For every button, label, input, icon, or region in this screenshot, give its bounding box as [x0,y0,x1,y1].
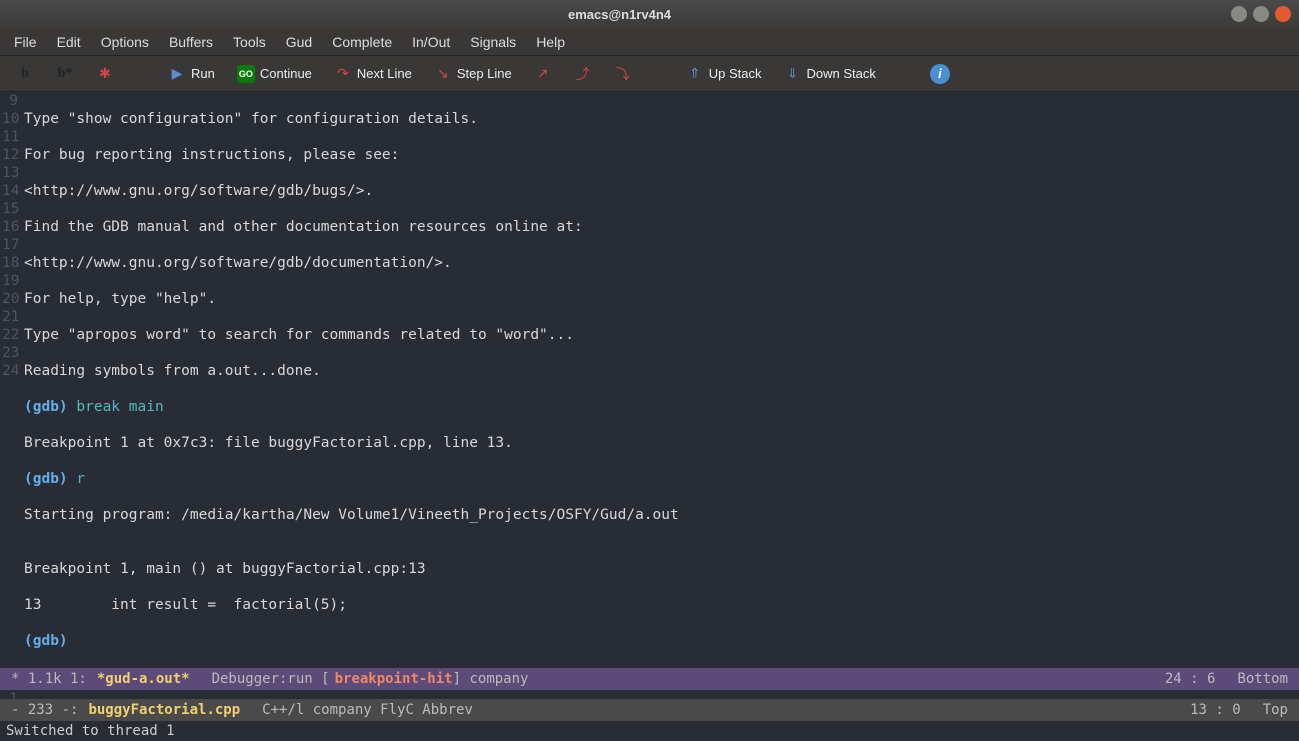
menu-tools[interactable]: Tools [223,30,276,54]
gud-lines[interactable]: Type "show configuration" for configurat… [24,92,1299,668]
info-icon: i [930,64,950,84]
continue-button[interactable]: GOContinue [233,63,316,85]
toolbar: b b* ✱ ▶Run GOContinue ↷Next Line ↘Step … [0,56,1299,92]
source-buffer-pane[interactable]: 12345678910111213141516 #include<iostrea… [0,690,1299,699]
down-stack-button[interactable]: ⇓Down Stack [780,63,880,85]
gud-gutter: 9101112131415161718192021222324 [0,92,24,668]
spider-icon[interactable]: ✱ [92,63,118,85]
modeline-gud[interactable]: * 1.1k 1: *gud-a.out* Debugger:run [brea… [0,668,1299,690]
menu-gud[interactable]: Gud [276,30,322,54]
menubar: File Edit Options Buffers Tools Gud Comp… [0,28,1299,56]
maximize-button[interactable] [1253,6,1269,22]
run-button[interactable]: ▶Run [164,63,219,85]
modeline-buffer-name: *gud-a.out* [92,671,195,687]
menu-file[interactable]: File [4,30,47,54]
next-line-button[interactable]: ↷Next Line [330,63,416,85]
modeline-source[interactable]: - 233 -: buggyFactorial.cpp C++/l compan… [0,699,1299,721]
menu-buffers[interactable]: Buffers [159,30,223,54]
step-line-button[interactable]: ↘Step Line [430,63,516,85]
menu-complete[interactable]: Complete [322,30,402,54]
titlebar: emacs@n1rv4n4 [0,0,1299,28]
step-icon-2[interactable]: ⤴ [570,63,596,85]
menu-inout[interactable]: In/Out [402,30,460,54]
src-gutter: 12345678910111213141516 [0,690,24,699]
break-star-button[interactable]: b* [52,63,78,85]
gud-buffer-pane[interactable]: 9101112131415161718192021222324 Type "sh… [0,92,1299,668]
src-lines[interactable]: #include<iostream> #include <assert.h> i… [24,690,1299,699]
menu-options[interactable]: Options [91,30,159,54]
window-controls [1231,6,1291,22]
up-stack-button[interactable]: ⇑Up Stack [682,63,766,85]
info-button[interactable]: i [926,62,954,86]
menu-signals[interactable]: Signals [460,30,526,54]
modeline-buffer-name-2: buggyFactorial.cpp [83,702,245,718]
window-title: emacs@n1rv4n4 [8,7,1231,22]
break-button[interactable]: b [12,63,38,85]
menu-help[interactable]: Help [526,30,575,54]
step-out-icon[interactable]: ↗ [530,63,556,85]
menu-edit[interactable]: Edit [47,30,91,54]
close-button[interactable] [1275,6,1291,22]
step-icon-3[interactable]: ⤵ [610,63,636,85]
echo-area: Switched to thread 1 [0,721,1299,741]
minimize-button[interactable] [1231,6,1247,22]
